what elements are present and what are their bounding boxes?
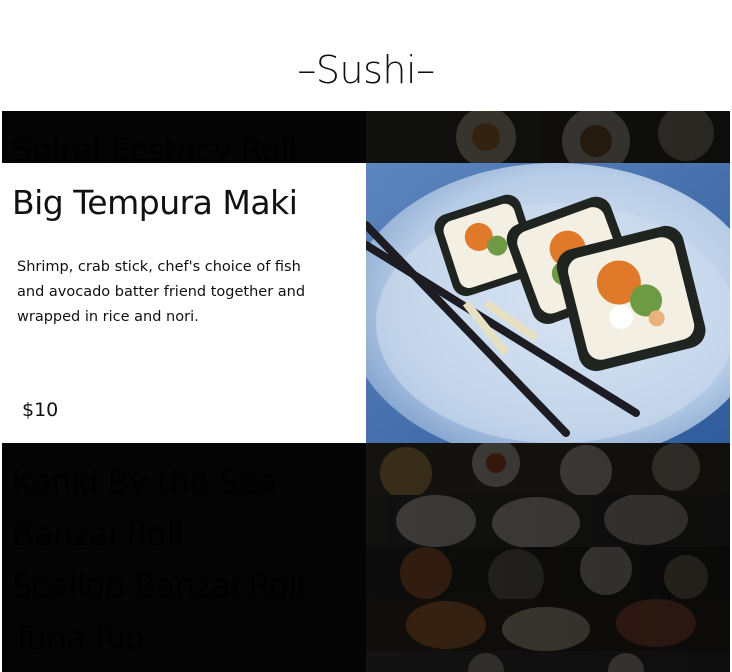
menu-item-partial[interactable] [2, 651, 730, 672]
row-shade [2, 651, 730, 672]
menu-item-title: Kanki By the Sea [12, 463, 277, 495]
menu-item-title: Banzai Roll [12, 515, 184, 547]
menu-item-scallop-banzai-roll[interactable]: Scallop Banzai Roll [2, 547, 730, 599]
menu-accordion: Spiral Ecstacy Roll Big Tempura Maki Shr… [2, 111, 730, 672]
menu-item-banzai-roll[interactable]: Banzai Roll [2, 495, 730, 547]
menu-item-price: $10 [22, 399, 59, 421]
menu-item-big-tempura-maki-expanded[interactable]: Big Tempura Maki Shrimp, crab stick, che… [2, 163, 730, 443]
page-title: –Sushi– [297, 48, 435, 92]
sushi-photo-image [366, 163, 730, 443]
menu-item-title: Tuna Rio [12, 619, 145, 651]
menu-item-spiral-ecstacy-roll[interactable]: Spiral Ecstacy Roll [2, 111, 730, 163]
menu-item-title: Spiral Ecstacy Roll [12, 131, 298, 163]
menu-item-kanki-by-the-sea[interactable]: Kanki By the Sea [2, 443, 730, 495]
menu-item-description: Shrimp, crab stick, chef's choice of fis… [17, 259, 306, 325]
menu-item-title: Big Tempura Maki [12, 183, 298, 222]
menu-item-title: Scallop Banzai Roll [12, 567, 306, 599]
menu-item-tuna-rio[interactable]: Tuna Rio [2, 599, 730, 651]
